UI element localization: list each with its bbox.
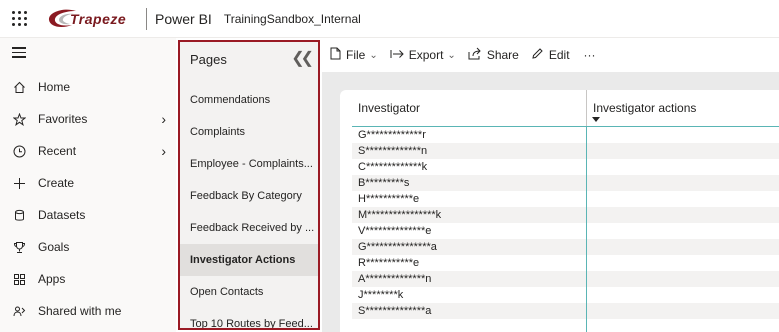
chevron-down-icon: ⌄ [447,49,456,61]
chevron-right-icon[interactable]: › [161,111,166,127]
home-icon [0,81,38,94]
page-item[interactable]: Commendations [180,84,318,116]
page-item[interactable]: Feedback Received by ... [180,212,318,244]
page-item[interactable]: Feedback By Category [180,180,318,212]
share-label: Share [486,48,519,62]
file-label: File [346,48,366,62]
table-row[interactable]: S*************n [352,143,779,159]
nav-item-recent[interactable]: Recent › [0,135,176,167]
nav-item-datasets[interactable]: Datasets [0,199,176,231]
app-launcher-button[interactable] [0,0,38,38]
database-icon [0,209,38,222]
sort-descending-icon[interactable] [592,117,600,122]
table-row[interactable]: B*********s [352,175,779,191]
page-item[interactable]: Top 10 Routes by Feed... [180,308,318,328]
nav-label: Datasets [38,208,86,222]
table-cell: M****************k [358,209,442,221]
column-header-investigator-actions[interactable]: Investigator actions [586,90,779,126]
logo-text: Trapeze [70,10,127,27]
plus-icon [0,177,38,190]
pages-pane: Pages ❮❮ Commendations Complaints Employ… [178,40,320,330]
table-row[interactable]: G***************a [352,239,779,255]
file-icon [330,47,341,63]
edit-label: Edit [548,48,570,62]
nav-item-apps[interactable]: Apps [0,263,176,295]
nav-label: Apps [38,272,66,286]
table-cell: H***********e [358,193,420,205]
export-label: Export [408,48,444,62]
table-row[interactable]: A**************n [352,271,779,287]
table-row[interactable]: H***********e [352,191,779,207]
table-cell: R***********e [358,257,420,269]
nav-item-home[interactable]: Home [0,71,176,103]
trophy-icon [0,241,38,254]
table-row[interactable]: J********k [352,287,779,303]
table-cell: G***************a [358,241,437,253]
page-item[interactable]: Open Contacts [180,276,318,308]
table-cell: A**************n [358,273,432,285]
share-button[interactable]: Share [468,47,519,63]
more-icon: ··· [583,48,596,62]
top-bar: Trapeze Power BI TrainingSandbox_Interna… [0,0,779,38]
chevron-down-icon: ⌄ [369,49,378,61]
apps-icon [0,273,38,286]
left-nav: Home Favorites › Recent › Create Dataset… [0,38,176,332]
share-icon [468,47,482,63]
product-name[interactable]: Power BI [155,11,212,27]
table-row[interactable]: V**************e [352,223,779,239]
table-row[interactable]: S**************a [352,303,779,319]
table-cell: S**************a [358,305,432,317]
star-icon [0,112,38,126]
waffle-icon [11,11,27,26]
file-menu-button[interactable]: File ⌄ [330,47,378,63]
nav-item-goals[interactable]: Goals [0,231,176,263]
export-menu-button[interactable]: Export ⌄ [390,48,456,63]
page-item[interactable]: Complaints [180,116,318,148]
nav-item-shared-with-me[interactable]: Shared with me [0,295,176,327]
table-row[interactable]: G*************r [352,127,779,143]
table-cell: G*************r [358,129,426,141]
table-cell: B*********s [358,177,410,189]
hamburger-icon[interactable] [12,47,26,59]
edit-button[interactable]: Edit [531,47,570,63]
page-item-active[interactable]: Investigator Actions [180,244,318,276]
collapse-icon[interactable]: ❮❮ [291,48,314,68]
action-bar: File ⌄ Export ⌄ Share Edit ··· [322,40,779,70]
clock-icon [0,145,38,158]
column-header-investigator[interactable]: Investigator [352,90,586,126]
brand-divider [146,7,147,30]
nav-item-favorites[interactable]: Favorites › [0,103,176,135]
nav-label: Favorites [38,112,88,126]
page-item[interactable]: Employee - Complaints... [180,148,318,180]
report-canvas: Investigator Investigator actions G*****… [322,72,779,332]
nav-label: Shared with me [38,304,122,318]
column-divider [586,127,587,332]
pencil-icon [531,47,544,63]
pages-title: Pages [190,52,227,67]
table-cell: C*************k [358,161,428,173]
table-row[interactable]: R***********e [352,255,779,271]
trapeze-logo[interactable]: Trapeze [44,6,144,32]
nav-label: Create [38,176,75,190]
nav-label: Goals [38,240,70,254]
table-cell: S*************n [358,145,428,157]
table-row[interactable]: C*************k [352,159,779,175]
nav-label: Home [38,80,71,94]
table-cell: J********k [358,289,404,301]
export-arrow-icon [390,48,404,63]
table-row[interactable]: M****************k [352,207,779,223]
shared-icon [0,305,38,318]
nav-item-create[interactable]: Create [0,167,176,199]
chevron-right-icon[interactable]: › [161,143,166,159]
nav-label: Recent [38,144,77,158]
workspace-name[interactable]: TrainingSandbox_Internal [224,12,361,26]
table-visual[interactable]: Investigator Investigator actions G*****… [340,90,779,332]
more-options-button[interactable]: ··· [584,48,596,62]
table-cell: V**************e [358,225,432,237]
